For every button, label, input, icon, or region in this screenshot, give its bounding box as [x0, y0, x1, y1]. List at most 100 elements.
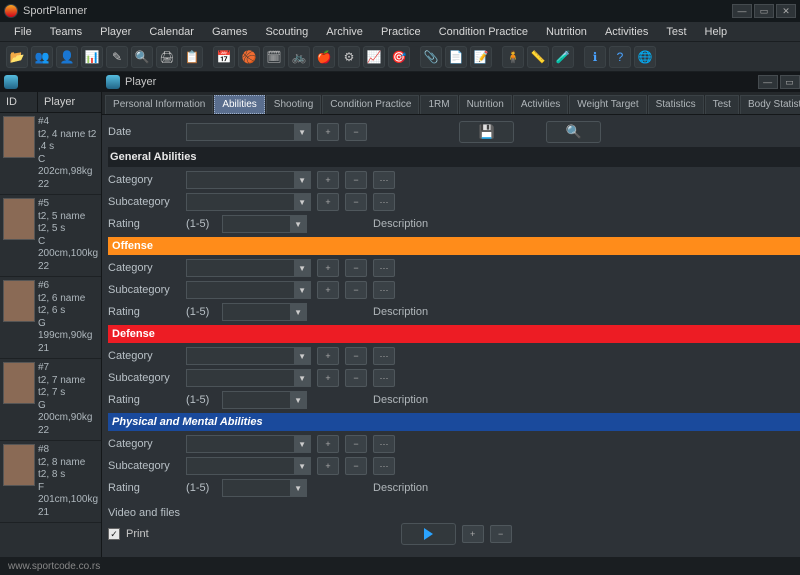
minimize-button[interactable]: —: [732, 4, 752, 18]
sub-del-button[interactable]: −: [345, 281, 367, 299]
rating-combo[interactable]: ▼: [222, 479, 307, 497]
sub-add-button[interactable]: +: [317, 369, 339, 387]
list-item[interactable]: #5t2, 5 name t2, 5 sC200cm,100kg22: [0, 195, 101, 277]
menu-archive[interactable]: Archive: [318, 24, 371, 40]
edit-icon[interactable]: ✎: [106, 46, 128, 68]
menu-practice[interactable]: Practice: [373, 24, 429, 40]
rating-combo[interactable]: ▼: [222, 215, 307, 233]
food-icon[interactable]: 🍎: [313, 46, 335, 68]
globe-icon[interactable]: 🌐: [634, 46, 656, 68]
cat-del-button[interactable]: −: [345, 171, 367, 189]
cond-icon[interactable]: 🚲: [288, 46, 310, 68]
measure-icon[interactable]: 📏: [527, 46, 549, 68]
sub-add-button[interactable]: +: [317, 457, 339, 475]
act-icon[interactable]: ⚙: [338, 46, 360, 68]
sub-add-button[interactable]: +: [317, 281, 339, 299]
open-icon[interactable]: 📂: [6, 46, 28, 68]
tab-activities[interactable]: Activities: [513, 95, 568, 114]
category-combo[interactable]: ▼: [186, 347, 311, 365]
tab-abilities[interactable]: Abilities: [214, 95, 264, 114]
stats-icon[interactable]: 📈: [363, 46, 385, 68]
close-button[interactable]: ✕: [776, 4, 796, 18]
menu-activities[interactable]: Activities: [597, 24, 656, 40]
magnify-icon[interactable]: 🔍: [131, 46, 153, 68]
tab-body-statistics[interactable]: Body Statistics: [740, 95, 800, 114]
maximize-button[interactable]: ▭: [754, 4, 774, 18]
sub-del-button[interactable]: −: [345, 193, 367, 211]
menu-player[interactable]: Player: [92, 24, 139, 40]
calendar-icon[interactable]: 📅: [213, 46, 235, 68]
list-item[interactable]: #8t2, 8 name t2, 8 sF201cm,100kg21: [0, 441, 101, 523]
menu-teams[interactable]: Teams: [42, 24, 90, 40]
date-add-button[interactable]: +: [317, 123, 339, 141]
menu-nutrition[interactable]: Nutrition: [538, 24, 595, 40]
subcategory-combo[interactable]: ▼: [186, 457, 311, 475]
menu-scouting[interactable]: Scouting: [257, 24, 316, 40]
cat-del-button[interactable]: −: [345, 435, 367, 453]
sub-add-button[interactable]: +: [317, 193, 339, 211]
category-combo[interactable]: ▼: [186, 259, 311, 277]
cat-more-button[interactable]: ⋯: [373, 259, 395, 277]
print-checkbox[interactable]: ✓: [108, 528, 120, 540]
tab-condition-practice[interactable]: Condition Practice: [322, 95, 419, 114]
menu-calendar[interactable]: Calendar: [141, 24, 202, 40]
video-add-button[interactable]: +: [462, 525, 484, 543]
footer-link[interactable]: www.sportcode.co.rs: [8, 561, 100, 572]
panel-max-button[interactable]: ▭: [780, 75, 800, 89]
sub-more-button[interactable]: ⋯: [373, 281, 395, 299]
panel-min-button[interactable]: —: [758, 75, 778, 89]
sub-del-button[interactable]: −: [345, 369, 367, 387]
tab-1rm[interactable]: 1RM: [420, 95, 457, 114]
col-id[interactable]: ID: [0, 92, 38, 112]
cat-more-button[interactable]: ⋯: [373, 435, 395, 453]
cat-add-button[interactable]: +: [317, 347, 339, 365]
category-combo[interactable]: ▼: [186, 171, 311, 189]
cat-more-button[interactable]: ⋯: [373, 171, 395, 189]
list-item[interactable]: #6t2, 6 name t2, 6 sG199cm,90kg21: [0, 277, 101, 359]
menu-games[interactable]: Games: [204, 24, 255, 40]
chart-icon[interactable]: 📊: [81, 46, 103, 68]
clip-icon[interactable]: 📎: [420, 46, 442, 68]
cat-del-button[interactable]: −: [345, 347, 367, 365]
video-del-button[interactable]: −: [490, 525, 512, 543]
player-icon[interactable]: 👤: [56, 46, 78, 68]
rating-combo[interactable]: ▼: [222, 391, 307, 409]
tab-statistics[interactable]: Statistics: [648, 95, 704, 114]
category-combo[interactable]: ▼: [186, 435, 311, 453]
menu-test[interactable]: Test: [658, 24, 694, 40]
tab-test[interactable]: Test: [705, 95, 739, 114]
subcategory-combo[interactable]: ▼: [186, 193, 311, 211]
col-player[interactable]: Player: [38, 92, 81, 112]
cat-add-button[interactable]: +: [317, 435, 339, 453]
team-icon[interactable]: 👥: [31, 46, 53, 68]
doc-icon[interactable]: 📄: [445, 46, 467, 68]
sub-del-button[interactable]: −: [345, 457, 367, 475]
help-icon[interactable]: ?: [609, 46, 631, 68]
subcategory-combo[interactable]: ▼: [186, 369, 311, 387]
cat-more-button[interactable]: ⋯: [373, 347, 395, 365]
target-icon[interactable]: 🎯: [388, 46, 410, 68]
test-icon[interactable]: 🧪: [552, 46, 574, 68]
search-button[interactable]: 🔍: [546, 121, 601, 143]
person-icon[interactable]: 🧍: [502, 46, 524, 68]
subcategory-combo[interactable]: ▼: [186, 281, 311, 299]
tab-shooting[interactable]: Shooting: [266, 95, 321, 114]
list-item[interactable]: #4t2, 4 name t2 ,4 sC202cm,98kg22: [0, 113, 101, 195]
rating-combo[interactable]: ▼: [222, 303, 307, 321]
date-del-button[interactable]: −: [345, 123, 367, 141]
save-button[interactable]: 💾: [459, 121, 514, 143]
menu-help[interactable]: Help: [697, 24, 736, 40]
sub-more-button[interactable]: ⋯: [373, 193, 395, 211]
tab-nutrition[interactable]: Nutrition: [459, 95, 512, 114]
info-icon[interactable]: ℹ: [584, 46, 606, 68]
menu-file[interactable]: File: [6, 24, 40, 40]
cat-del-button[interactable]: −: [345, 259, 367, 277]
tab-weight-target[interactable]: Weight Target: [569, 95, 646, 114]
tab-personal-information[interactable]: Personal Information: [105, 95, 213, 114]
list-item[interactable]: #7t2, 7 name t2, 7 sG200cm,90kg22: [0, 359, 101, 441]
sched-icon[interactable]: 🗓: [263, 46, 285, 68]
cat-add-button[interactable]: +: [317, 259, 339, 277]
date-combo[interactable]: ▼: [186, 123, 311, 141]
cat-add-button[interactable]: +: [317, 171, 339, 189]
play-button[interactable]: [401, 523, 456, 545]
